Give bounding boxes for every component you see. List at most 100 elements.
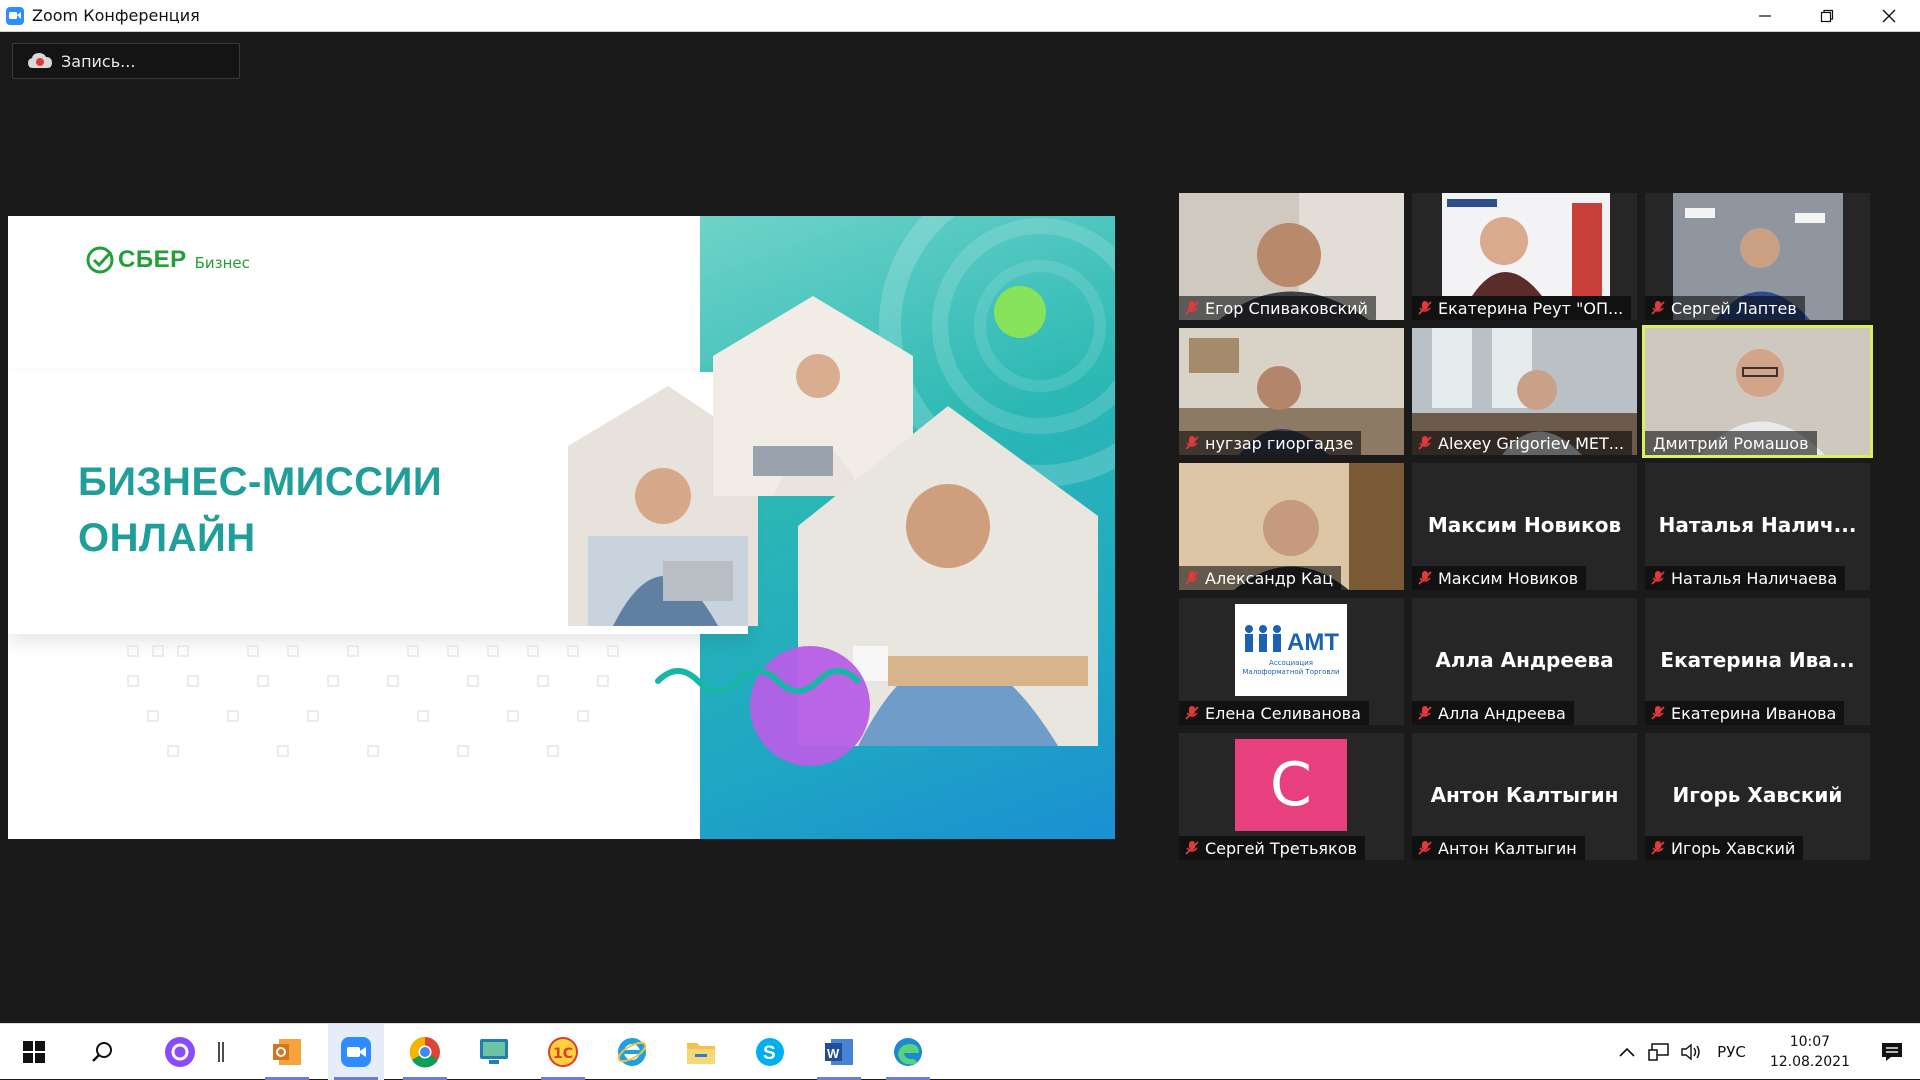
participant-tile[interactable]: Екатерина Ива... Екатерина Иванова — [1645, 598, 1870, 725]
participant-name: Александр Кац — [1205, 568, 1334, 588]
participant-name: Антон Калтыгин — [1438, 838, 1577, 858]
svg-text:W: W — [827, 1046, 840, 1061]
participant-display-name: Антон Калтыгин — [1430, 783, 1619, 807]
participant-tile[interactable]: Екатерина Реут "ОП... — [1412, 193, 1637, 320]
mic-muted-icon — [1185, 706, 1199, 720]
participant-name-bar: Антон Калтыгин — [1412, 836, 1585, 860]
participant-tile[interactable]: Антон Калтыгин Антон Калтыгин — [1412, 733, 1637, 860]
svg-text:S: S — [763, 1043, 776, 1064]
participant-tile[interactable]: Alexey Grigoriev МЕТ... — [1412, 328, 1637, 455]
participant-name-bar: Екатерина Реут "ОП... — [1412, 296, 1632, 320]
mic-muted-icon — [1185, 301, 1199, 315]
network-button[interactable] — [1643, 1043, 1675, 1061]
dot-pattern-decoration — [127, 645, 619, 757]
participant-display-name: Максим Новиков — [1427, 513, 1622, 537]
amt-logo-text: АМТ — [1287, 629, 1339, 656]
search-button[interactable] — [74, 1024, 130, 1080]
participant-name-bar: Максим Новиков — [1412, 566, 1587, 590]
shared-screen: СБЕР Бизнес БИЗНЕС-МИССИИ ОНЛАЙН — [8, 216, 1115, 839]
start-button[interactable] — [6, 1024, 62, 1080]
minimize-button[interactable] — [1734, 0, 1796, 32]
word-icon: W — [825, 1039, 853, 1065]
tray-overflow-button[interactable] — [1611, 1047, 1643, 1057]
search-icon — [92, 1042, 112, 1062]
separator-icon — [218, 1042, 224, 1062]
close-button[interactable] — [1858, 0, 1920, 32]
headline-line-1: БИЗНЕС-МИССИИ — [78, 460, 443, 504]
participant-tile-active-speaker[interactable]: Дмитрий Ромашов — [1642, 325, 1873, 458]
mic-muted-icon — [1185, 571, 1199, 585]
mic-muted-icon — [1185, 841, 1199, 855]
taskbar-word[interactable]: W — [811, 1024, 867, 1080]
sber-brand-sub: Бизнес — [194, 254, 250, 272]
mic-muted-icon — [1418, 436, 1432, 450]
participant-tile[interactable]: Максим Новиков Максим Новиков — [1412, 463, 1637, 590]
participant-name: Алла Андреева — [1438, 703, 1566, 723]
participant-name: Сергей Третьяков — [1205, 838, 1357, 858]
participant-name: Максим Новиков — [1438, 568, 1579, 588]
participant-name-bar: Егор Спиваковский — [1179, 296, 1376, 320]
participant-name-bar: Елена Селиванова — [1179, 701, 1369, 725]
volume-button[interactable] — [1675, 1043, 1707, 1061]
alice-assistant-button[interactable] — [152, 1024, 208, 1080]
taskbar-skype[interactable]: S — [742, 1024, 798, 1080]
restore-icon — [1820, 9, 1834, 23]
participant-name-bar: Сергей Лаптев — [1645, 296, 1805, 320]
participant-tile[interactable]: Егор Спиваковский — [1179, 193, 1404, 320]
mic-muted-icon — [1651, 841, 1665, 855]
participant-tile[interactable]: Алла Андреева Алла Андреева — [1412, 598, 1637, 725]
internet-explorer-icon — [617, 1038, 647, 1066]
participant-name-bar: Александр Кац — [1179, 566, 1342, 590]
sber-brand-word: СБЕР — [118, 246, 187, 273]
system-tray: РУС 10:07 12.08.2021 — [1611, 1024, 1920, 1080]
participant-tile[interactable]: Сергей Лаптев — [1645, 193, 1870, 320]
monitor-app-icon — [480, 1039, 508, 1064]
taskbar-1c[interactable]: 1С — [535, 1024, 591, 1080]
notification-center-icon — [1882, 1043, 1902, 1061]
participant-avatar-letter: С — [1235, 739, 1347, 831]
alice-assistant-icon — [165, 1037, 195, 1067]
sber-business-logo: СБЕР Бизнес — [86, 246, 250, 274]
participant-name: нугзар гиоргадзе — [1205, 433, 1354, 453]
amt-logo-subtitle: Ассоциация Малоформатной Торговли — [1242, 659, 1340, 676]
taskbar-file-explorer[interactable] — [673, 1024, 729, 1080]
participant-name: Alexey Grigoriev МЕТ... — [1438, 433, 1625, 453]
input-language[interactable]: РУС — [1717, 1043, 1746, 1061]
taskbar-chrome[interactable] — [397, 1024, 453, 1080]
zoom-icon — [341, 1037, 371, 1067]
recording-indicator[interactable]: Запись... — [12, 43, 240, 79]
slide-green-circle — [994, 286, 1046, 338]
mic-muted-icon — [1651, 301, 1665, 315]
mic-muted-icon — [1651, 706, 1665, 720]
participant-name: Егор Спиваковский — [1205, 298, 1368, 318]
participant-tile[interactable]: нугзар гиоргадзе — [1179, 328, 1404, 455]
notifications-button[interactable] — [1864, 1042, 1920, 1062]
svg-text:1С: 1С — [553, 1046, 573, 1062]
taskbar-app-screen[interactable] — [466, 1024, 522, 1080]
participant-name: Наталья Наличаева — [1671, 568, 1838, 588]
participant-tile[interactable]: Наталья Налич... Наталья Наличаева — [1645, 463, 1870, 590]
sber-check-icon — [86, 246, 114, 274]
participant-name: Дмитрий Ромашов — [1653, 433, 1809, 453]
participant-tile[interactable]: Александр Кац — [1179, 463, 1404, 590]
participant-tile[interactable]: Игорь Хавский Игорь Хавский — [1645, 733, 1870, 860]
participant-tile[interactable]: С Сергей Третьяков — [1179, 733, 1404, 860]
title-bar: Zoom Конференция — [0, 0, 1920, 32]
clock-time: 10:07 — [1789, 1034, 1831, 1050]
mic-muted-icon — [1185, 436, 1199, 450]
participant-name: Игорь Хавский — [1671, 838, 1796, 858]
restore-button[interactable] — [1796, 0, 1858, 32]
participant-name-bar: Игорь Хавский — [1645, 836, 1804, 860]
participant-display-name: Наталья Налич... — [1658, 513, 1857, 537]
participant-name: Сергей Лаптев — [1671, 298, 1797, 318]
recording-label: Запись... — [61, 51, 136, 71]
participant-name-bar: Сергей Третьяков — [1179, 836, 1365, 860]
taskbar-internet-explorer[interactable] — [604, 1024, 660, 1080]
amt-people-icon: АМТ — [1245, 625, 1339, 656]
taskbar-zoom[interactable] — [328, 1024, 384, 1080]
taskbar-outlook[interactable] — [259, 1024, 315, 1080]
minimize-icon — [1759, 15, 1771, 17]
clock[interactable]: 10:07 12.08.2021 — [1770, 1032, 1850, 1072]
participant-tile[interactable]: АМТ Ассоциация Малоформатной Торговли Ел… — [1179, 598, 1404, 725]
taskbar-edge[interactable] — [880, 1024, 936, 1080]
